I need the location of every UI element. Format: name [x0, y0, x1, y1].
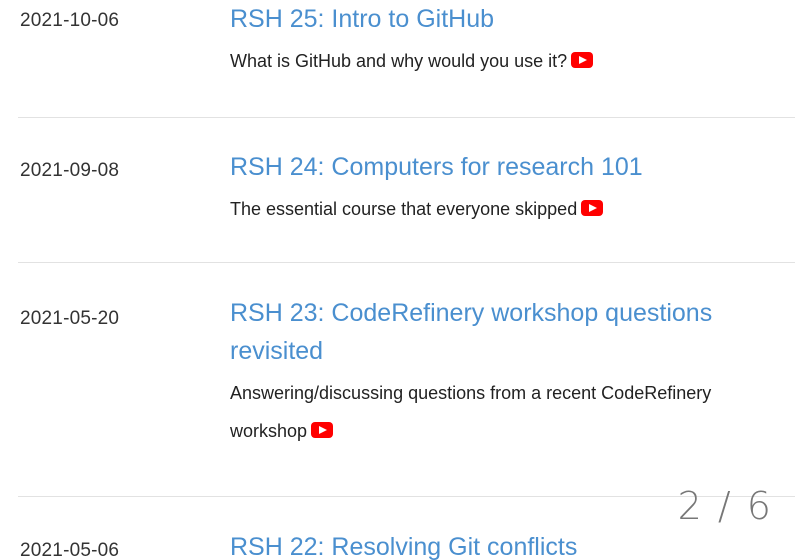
episode-title-link[interactable]: RSH 23: CodeRefinery workshop questions …: [230, 294, 783, 370]
episode-date: 2021-05-20: [20, 308, 120, 329]
episode-title-link[interactable]: RSH 22: Resolving Git conflicts: [230, 528, 785, 560]
slide-counter: 2 / 6: [677, 484, 773, 528]
episode-description-text: Answering/discussing questions from a re…: [230, 383, 712, 441]
youtube-icon[interactable]: [311, 422, 334, 439]
episode-date: 2021-09-08: [20, 160, 120, 181]
episode-description-text: What is GitHub and why would you use it?: [230, 51, 568, 71]
episode-date: 2021-10-06: [20, 10, 120, 31]
divider: [18, 117, 795, 118]
youtube-icon[interactable]: [571, 52, 594, 69]
episode-description: What is GitHub and why would you use it?: [230, 42, 785, 80]
episode-description: Answering/discussing questions from a re…: [230, 374, 720, 450]
episode-description-text: The essential course that everyone skipp…: [230, 199, 578, 219]
divider: [18, 262, 795, 263]
episode-description: The essential course that everyone skipp…: [230, 190, 785, 228]
youtube-icon[interactable]: [581, 200, 604, 217]
episode-list-page: 2021-10-06 RSH 25: Intro to GitHub What …: [0, 0, 795, 560]
episode-title-link[interactable]: RSH 24: Computers for research 101: [230, 148, 785, 186]
episode-title-link[interactable]: RSH 25: Intro to GitHub: [230, 0, 785, 38]
episode-date: 2021-05-06: [20, 540, 120, 560]
